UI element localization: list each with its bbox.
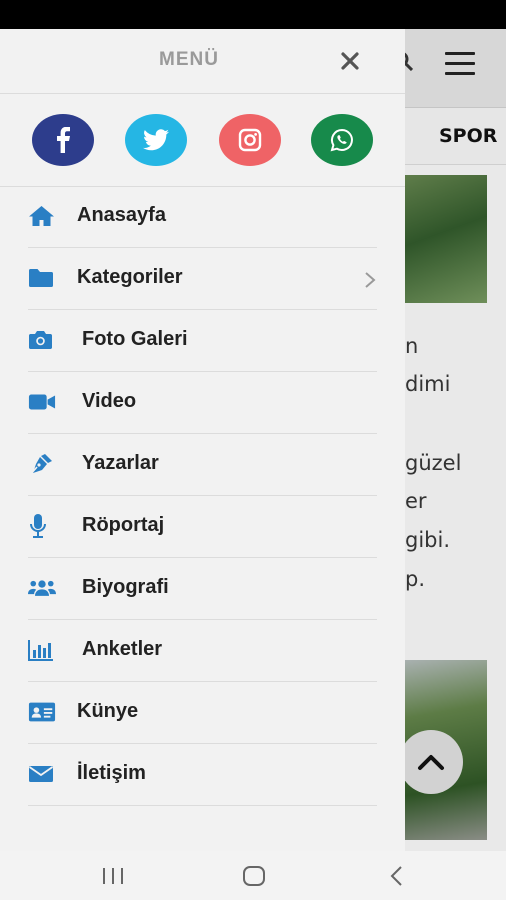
menu-item-biyografi[interactable]: Biyografi — [28, 558, 377, 620]
twitter-icon — [143, 129, 169, 151]
background-header — [405, 29, 506, 108]
instagram-button[interactable] — [219, 114, 281, 166]
menu-item-label: Biyografi — [82, 576, 169, 598]
menu-item-label: Yazarlar — [82, 452, 159, 474]
microphone-icon — [28, 514, 56, 538]
menu-item-label: İletişim — [77, 762, 146, 784]
article-text-fragment: er — [405, 489, 427, 513]
back-arrow-icon — [390, 866, 402, 886]
article-text-fragment: n — [405, 334, 419, 358]
hamburger-icon[interactable] — [445, 52, 475, 76]
menu-item-yazarlar[interactable]: Yazarlar — [28, 434, 377, 496]
whatsapp-button[interactable] — [311, 114, 373, 166]
social-links — [0, 94, 405, 187]
pen-icon — [28, 452, 56, 476]
search-icon[interactable] — [405, 51, 413, 71]
menu-item-anketler[interactable]: Anketler — [28, 620, 377, 682]
home-icon — [28, 204, 56, 228]
video-camera-icon — [28, 390, 56, 414]
menu-item-kunye[interactable]: Künye — [28, 682, 377, 744]
close-icon[interactable] — [337, 48, 363, 74]
drawer-menu-list: Anasayfa Kategoriler Foto Galeri Video Y… — [0, 186, 405, 806]
menu-item-kategoriler[interactable]: Kategoriler — [28, 248, 377, 310]
background-page[interactable]: SPOR n dimi güzel er gibi. p. — [405, 29, 506, 851]
menu-item-foto-galeri[interactable]: Foto Galeri — [28, 310, 377, 372]
facebook-icon — [57, 127, 70, 153]
whatsapp-icon — [330, 128, 353, 152]
recent-apps-icon — [103, 868, 123, 884]
menu-item-label: Kategoriler — [77, 266, 183, 288]
home-button[interactable] — [241, 863, 267, 889]
system-navigation-bar — [0, 851, 506, 900]
envelope-icon — [28, 762, 56, 786]
facebook-button[interactable] — [32, 114, 94, 166]
drawer-header: MENÜ — [0, 29, 405, 94]
twitter-button[interactable] — [125, 114, 187, 166]
article-text-fragment: p. — [405, 567, 426, 591]
drawer-title: MENÜ — [159, 49, 219, 70]
chevron-right-icon — [365, 272, 376, 288]
status-bar — [0, 0, 506, 29]
menu-item-roportaj[interactable]: Röportaj — [28, 496, 377, 558]
bar-chart-icon — [28, 638, 56, 662]
id-card-icon — [28, 700, 56, 724]
recent-apps-button[interactable] — [100, 863, 126, 889]
article-text-fragment: güzel — [405, 451, 462, 475]
back-button[interactable] — [386, 863, 406, 889]
folder-icon — [28, 266, 56, 290]
menu-item-iletisim[interactable]: İletişim — [28, 744, 377, 806]
menu-item-anasayfa[interactable]: Anasayfa — [28, 186, 377, 248]
users-icon — [28, 576, 56, 600]
article-text-fragment: gibi. — [405, 528, 451, 552]
home-square-icon — [243, 866, 265, 886]
instagram-icon — [238, 128, 262, 152]
menu-item-video[interactable]: Video — [28, 372, 377, 434]
menu-item-label: Anasayfa — [77, 204, 166, 226]
article-photo — [405, 175, 487, 303]
camera-icon — [28, 328, 56, 352]
menu-item-label: Künye — [77, 700, 139, 722]
navigation-drawer: MENÜ Anasayfa Kategoriler Foto Galeri Vi… — [0, 29, 405, 851]
menu-item-label: Anketler — [82, 638, 163, 660]
article-text-fragment: dimi — [405, 372, 451, 396]
tab-spor[interactable]: SPOR — [439, 125, 497, 147]
menu-item-label: Foto Galeri — [82, 328, 188, 350]
menu-item-label: Röportaj — [82, 514, 165, 536]
chevron-up-icon — [418, 755, 444, 770]
menu-item-label: Video — [82, 390, 137, 412]
